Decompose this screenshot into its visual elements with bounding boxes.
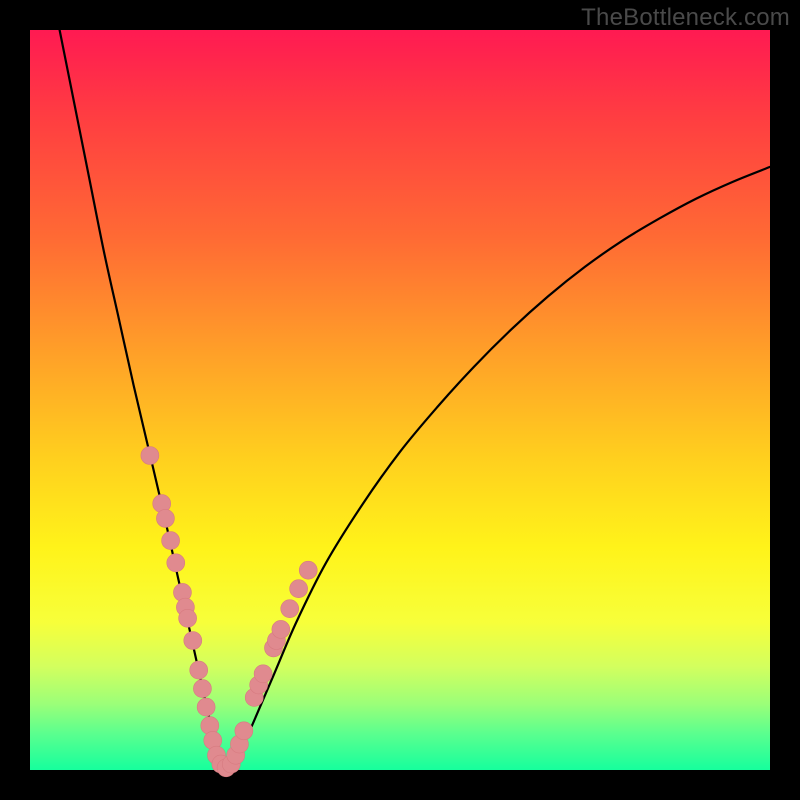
curve-marker [184,632,202,650]
curve-marker [193,680,211,698]
curve-markers [141,447,317,777]
curve-marker [190,661,208,679]
curve-marker [254,665,272,683]
plot-area [30,30,770,770]
curve-marker [272,620,290,638]
curve-marker [162,532,180,550]
bottleneck-curve [60,30,770,768]
curve-marker [197,698,215,716]
chart-frame: TheBottleneck.com [0,0,800,800]
curve-marker [179,609,197,627]
curve-marker [290,580,308,598]
curve-marker [156,509,174,527]
chart-svg [30,30,770,770]
curve-marker [299,561,317,579]
curve-marker [235,722,253,740]
curve-marker [141,447,159,465]
curve-marker [167,554,185,572]
curve-marker [281,600,299,618]
watermark-label: TheBottleneck.com [581,4,790,32]
